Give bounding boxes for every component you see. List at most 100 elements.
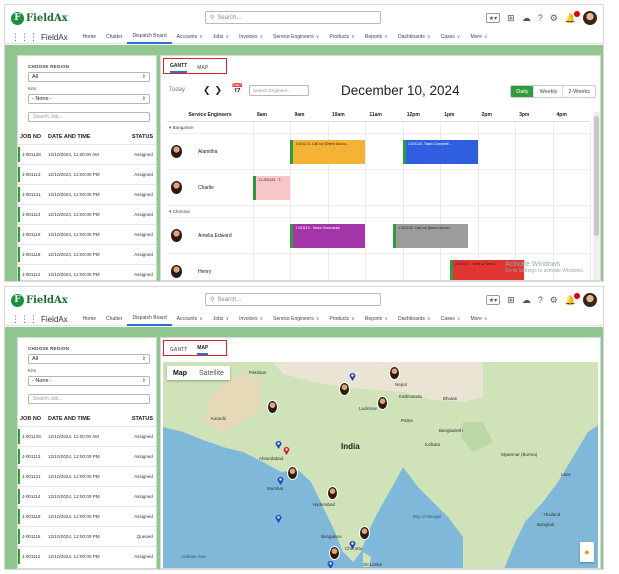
help-icon[interactable]: ? <box>538 13 543 23</box>
engineer-photo-marker[interactable] <box>339 382 350 396</box>
today-button[interactable]: Today <box>169 87 185 93</box>
nav-item[interactable]: Invoices ∨ <box>234 31 268 44</box>
nav-item[interactable]: Jobs ∨ <box>208 31 234 44</box>
global-search-input[interactable]: ⚲ Search... <box>205 11 381 24</box>
job-row[interactable]: J-001128 12/10/2024, 11:00:00 AM Assigned <box>18 144 156 164</box>
street-view-pegman-icon[interactable]: ● <box>580 542 594 562</box>
bell-icon[interactable]: 🔔 <box>565 10 580 23</box>
chevron-down-icon[interactable]: ∨ <box>457 316 461 322</box>
add-icon[interactable]: ⊞ <box>507 13 515 23</box>
chevron-down-icon[interactable]: ∨ <box>225 34 229 40</box>
satellite-button[interactable]: Satellite <box>193 366 230 380</box>
engineer-photo-marker[interactable] <box>329 546 340 560</box>
nav-item[interactable]: Cases ∨ <box>436 31 466 44</box>
job-row[interactable]: J-001121 12/10/2024, 12:00:00 PM Assigned <box>18 184 156 204</box>
map-view[interactable]: Map Satellite Pakistan Karachi Nepal Kat… <box>163 362 598 568</box>
engineer-search-input[interactable]: Search Engineer... <box>249 85 309 96</box>
job-bar[interactable]: J-001119 - Tasks Summaries <box>290 224 366 248</box>
map-pin-blue-icon[interactable] <box>275 514 282 523</box>
prev-arrow-icon[interactable]: ❮ <box>203 85 215 95</box>
chevron-down-icon[interactable]: ∨ <box>316 316 320 322</box>
map-pin-red-icon[interactable] <box>283 446 290 455</box>
nav-item[interactable]: Service Engineers ∨ <box>268 313 324 326</box>
gear-icon[interactable]: ⚙ <box>550 295 558 305</box>
chevron-down-icon[interactable]: ∨ <box>351 316 355 322</box>
search-job-input[interactable]: Search Job... <box>28 394 150 404</box>
job-row[interactable]: J-001114 12/10/2024, 12:00:00 PM Assigned <box>18 204 156 224</box>
nav-item[interactable]: Dashboards ∨ <box>393 31 436 44</box>
job-bar[interactable]: J-001116 -Tasks Complete... <box>402 140 478 164</box>
chevron-down-icon[interactable]: ∨ <box>484 316 488 322</box>
job-row[interactable]: J-001118 12/10/2024, 12:00:00 PM Assigned <box>18 244 156 264</box>
map-pin-blue-icon[interactable] <box>349 540 356 549</box>
nav-item[interactable]: Home <box>78 313 101 326</box>
nav-item[interactable]: Reports ∨ <box>360 313 393 326</box>
engineer-photo-marker[interactable] <box>377 396 388 410</box>
kits-select[interactable]: - None - ⇕ <box>28 376 150 386</box>
job-row[interactable]: J-001121 12/10/2024, 12:00:00 PM Assigned <box>18 466 156 486</box>
job-bar[interactable]: J-001120 -Call out (Demo Accou... <box>393 224 469 248</box>
tab-gantt[interactable]: GANTT <box>170 63 188 73</box>
chevron-down-icon[interactable]: ∨ <box>199 316 203 322</box>
job-row[interactable]: J-001119 12/10/2024, 12:00:00 PM Assigned <box>18 224 156 244</box>
engineer-photo-marker[interactable] <box>389 366 400 380</box>
engineer-photo-marker[interactable] <box>327 486 338 500</box>
nav-item[interactable]: More ∨ <box>465 31 492 44</box>
chevron-down-icon[interactable]: ∨ <box>199 34 203 40</box>
map-pin-blue-icon[interactable] <box>277 476 284 485</box>
nav-item[interactable]: Chatter <box>101 31 127 44</box>
job-bar[interactable]: J-1-001121 - T... <box>253 176 291 200</box>
engineer-cell[interactable]: Amelia Edward <box>167 218 253 253</box>
job-row[interactable]: J-001113 12/10/2024, 12:00:00 PM Assigned <box>18 164 156 184</box>
map-pin-blue-icon[interactable] <box>349 372 356 381</box>
add-icon[interactable]: ⊞ <box>507 295 515 305</box>
engineer-photo-marker[interactable] <box>267 400 278 414</box>
nav-item[interactable]: More ∨ <box>465 313 492 326</box>
region-select[interactable]: All ⇕ <box>28 72 150 82</box>
engineer-cell[interactable]: Charlie <box>167 170 253 205</box>
chevron-down-icon[interactable]: ∨ <box>484 34 488 40</box>
next-arrow-icon[interactable]: ❯ <box>215 85 227 95</box>
region-row[interactable]: ▾ Bangalore <box>167 122 590 134</box>
chevron-down-icon[interactable]: ∨ <box>427 34 431 40</box>
chevron-down-icon[interactable]: ∨ <box>316 34 320 40</box>
chevron-down-icon[interactable]: ∨ <box>384 34 388 40</box>
nav-item[interactable]: Cases ∨ <box>436 313 466 326</box>
tab-map[interactable]: MAP <box>197 345 209 355</box>
engineer-photo-marker[interactable] <box>359 526 370 540</box>
favorites-icon[interactable]: ★▾ <box>485 295 501 305</box>
view-2weeks-button[interactable]: 2-Weeks <box>562 86 595 97</box>
nav-item[interactable]: Service Engineers ∨ <box>268 31 324 44</box>
help-icon[interactable]: ? <box>538 295 543 305</box>
favorites-icon[interactable]: ★▾ <box>485 13 501 23</box>
gear-icon[interactable]: ⚙ <box>550 13 558 23</box>
nav-item[interactable]: Home <box>78 31 101 44</box>
user-avatar[interactable] <box>583 11 597 25</box>
nav-item[interactable]: Reports ∨ <box>360 31 393 44</box>
chevron-down-icon[interactable]: ∨ <box>259 316 263 322</box>
nav-item[interactable]: Accounts ∨ <box>172 313 208 326</box>
gantt-scrollbar[interactable] <box>593 112 600 280</box>
chevron-down-icon[interactable]: ∨ <box>225 316 229 322</box>
nav-item[interactable]: Products ∨ <box>324 31 359 44</box>
map-pin-blue-icon[interactable] <box>327 560 334 568</box>
nav-item[interactable]: Invoices ∨ <box>234 313 268 326</box>
kits-select[interactable]: - None - ⇕ <box>28 94 150 104</box>
engineer-photo-marker[interactable] <box>287 466 298 480</box>
region-select[interactable]: All ⇕ <box>28 354 150 364</box>
chevron-down-icon[interactable]: ∨ <box>259 34 263 40</box>
brand-logo[interactable]: F FieldAx <box>11 292 68 308</box>
setup-assistant-icon[interactable]: ☁ <box>522 13 531 23</box>
job-row[interactable]: J-001113 12/10/2024, 12:00:00 PM Assigned <box>18 446 156 466</box>
job-row[interactable]: J-001119 12/10/2024, 12:00:00 PM Assigned <box>18 506 156 526</box>
engineer-cell[interactable]: Alamitha <box>167 134 253 169</box>
chevron-down-icon[interactable]: ∨ <box>384 316 388 322</box>
region-row[interactable]: ▾ Chennai <box>167 206 590 218</box>
setup-assistant-icon[interactable]: ☁ <box>522 295 531 305</box>
map-button[interactable]: Map <box>167 366 193 380</box>
nav-item[interactable]: Chatter <box>101 313 127 326</box>
app-launcher-icon[interactable]: ⋮⋮⋮ <box>11 32 38 43</box>
job-row[interactable]: J-001112 12/10/2024, 12:00:00 PM Assigned <box>18 546 156 566</box>
nav-item[interactable]: Accounts ∨ <box>172 31 208 44</box>
nav-item[interactable]: Dispatch Board <box>127 31 172 44</box>
